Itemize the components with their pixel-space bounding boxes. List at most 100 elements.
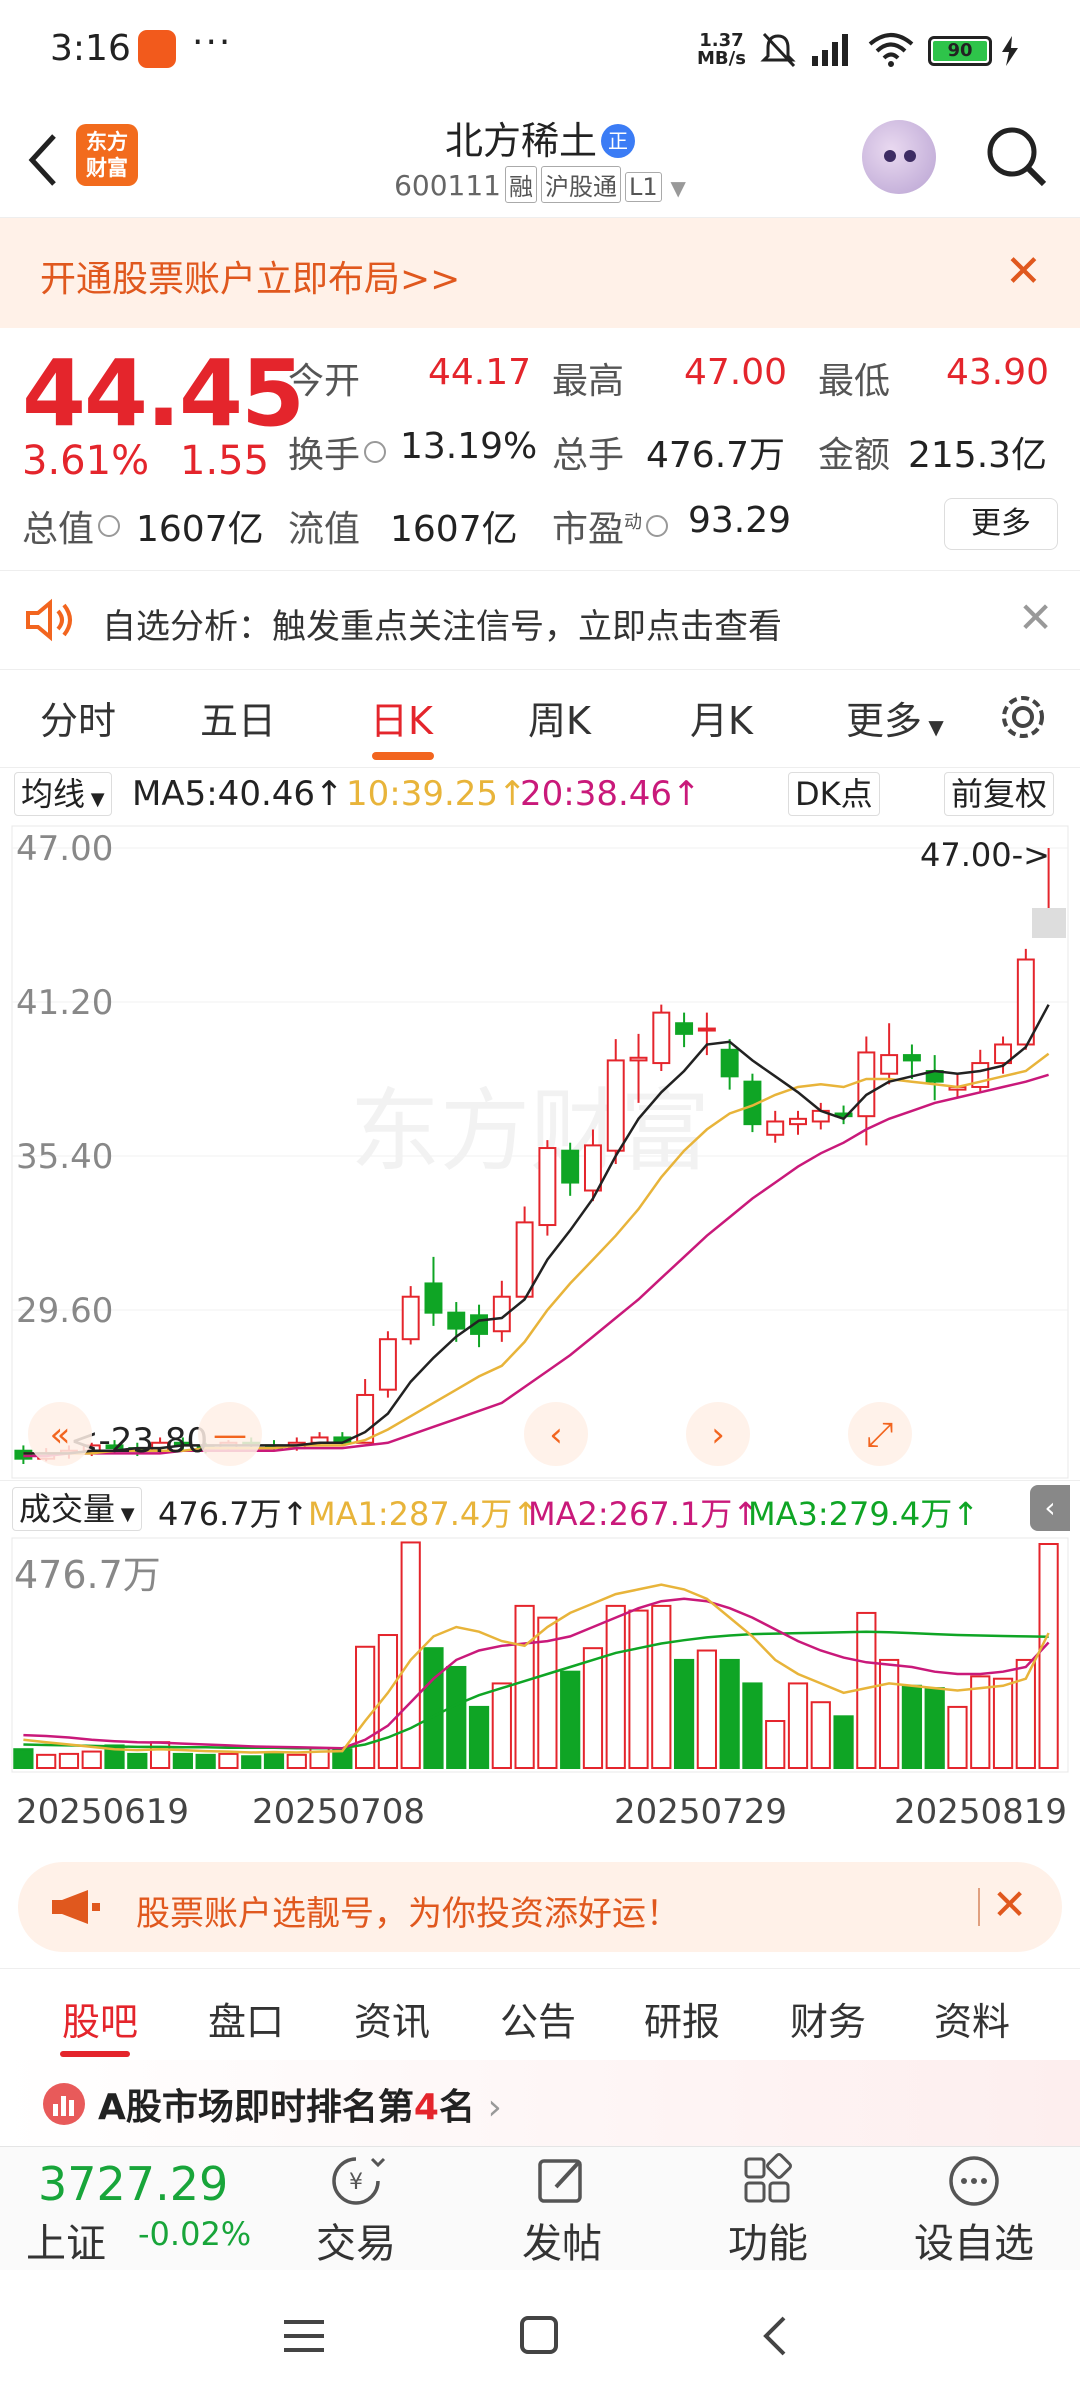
candle (675, 1022, 694, 1035)
stock-header: 东方 财富 北方稀土正 600111 融沪股通 L1 ▼ (0, 100, 1080, 218)
kline-chart[interactable]: 47.0041.2035.4029.60东方财富47.00-><-23.80« —… (0, 822, 1080, 1482)
tab-finance[interactable]: 财务 (790, 1991, 866, 2046)
bottom-toolbar: 3727.29 上证 -0.02% ¥ 交易 发帖 功能 设自选 (0, 2146, 1080, 2270)
volume-bar (286, 1753, 307, 1770)
volume-legend: 476.7万↑ (158, 1495, 309, 1533)
home-icon[interactable] (518, 2314, 562, 2358)
volume-bar (833, 1715, 854, 1770)
lucky-number-banner[interactable]: 股票账户选靓号，为你投资添好运！ ✕ (18, 1862, 1062, 1952)
volume-bar (195, 1753, 216, 1770)
volume-bar (241, 1755, 262, 1769)
banner-text[interactable]: 开通股票账户立即布局>> (40, 250, 460, 302)
tab-guba[interactable]: 股吧 (62, 1991, 138, 2046)
volume-bar (582, 1647, 604, 1769)
mktcap-value: 1607亿 (136, 509, 264, 550)
tab-pankou[interactable]: 盘口 (208, 1991, 284, 2046)
candle (561, 1149, 580, 1184)
rank-text[interactable]: A股市场即时排名第4名 › (98, 2078, 502, 2130)
vol-ma2-legend: MA2:267.1万↑ (528, 1495, 760, 1533)
candle (697, 1027, 716, 1032)
analysis-text[interactable]: 自选分析：触发重点关注信号，立即点击查看 (102, 599, 782, 648)
volume-bar (263, 1752, 285, 1769)
period-tabs: 分时 五日 日K 周K 月K 更多 ▼ (0, 672, 1080, 768)
volume-bar (879, 1658, 900, 1769)
content-tabs: 股吧 盘口 资讯 公告 研报 财务 资料 (0, 1968, 1080, 2060)
float-label: 流值 (288, 509, 361, 550)
tab-intraday[interactable]: 分时 (40, 690, 116, 745)
volume-bar (446, 1665, 467, 1770)
volume-bar (924, 1687, 945, 1769)
tab-five-day[interactable]: 五日 (200, 690, 276, 745)
active-tab-underline (60, 2051, 130, 2057)
volume-chart[interactable]: 476.7万 (0, 1536, 1080, 1776)
volume-bar (673, 1658, 695, 1769)
function-button[interactable]: 功能 (708, 2153, 828, 2269)
volume-bar (696, 1649, 717, 1769)
volume-bar (651, 1604, 672, 1769)
volume-bar (901, 1684, 923, 1769)
clock: 3:16 (50, 28, 131, 69)
amount-value: 215.3亿 (908, 435, 1048, 476)
tab-more[interactable]: 更多 ▼ (846, 690, 944, 745)
scroll-left-icon-glyph: ‹ (549, 1415, 563, 1455)
banner-text[interactable]: 股票账户选靓号，为你投资添好运！ (136, 1886, 680, 1935)
volume-bar (628, 1609, 649, 1769)
volume-bar (970, 1675, 991, 1769)
open-label: 今开 (288, 361, 361, 402)
last-price: 44.45 (22, 340, 305, 447)
volume-bar (719, 1658, 740, 1769)
x-axis-dates: 20250619 20250708 20250729 20250819 (0, 1776, 1080, 1836)
ma10-legend: 10:39.25↑ (346, 774, 527, 814)
candle (652, 1011, 671, 1065)
y-tick-label: 35.40 (16, 1137, 113, 1177)
search-icon[interactable] (982, 122, 1050, 190)
tab-profile[interactable]: 资料 (934, 1991, 1010, 2046)
amount-label: 金额 (818, 435, 891, 476)
candle (789, 1117, 807, 1126)
menu-icon[interactable] (282, 2316, 326, 2356)
scroll-right-icon-glyph: › (711, 1415, 725, 1455)
more-button[interactable]: 更多 (944, 498, 1058, 550)
volume-bar (36, 1753, 57, 1770)
tab-news[interactable]: 资讯 (354, 1991, 430, 2046)
low-label: 最低 (818, 361, 891, 402)
volume-bar (765, 1720, 786, 1770)
system-nav-bar (0, 2270, 1080, 2400)
add-watchlist-button[interactable]: 设自选 (914, 2153, 1034, 2269)
tab-weekly-k[interactable]: 周K (528, 690, 591, 745)
collapse-panel-button[interactable]: ‹ (1030, 1485, 1070, 1531)
volume-legend-bar: 成交量 ▼ 476.7万↑ MA1:287.4万↑ MA2:267.1万↑ MA… (0, 1480, 1080, 1536)
float-value: 1607亿 (390, 509, 518, 550)
adjust-button[interactable]: 前复权 (944, 772, 1055, 816)
close-icon[interactable]: ✕ (1018, 593, 1053, 642)
trade-button[interactable]: ¥ 交易 (296, 2153, 416, 2269)
analysis-banner[interactable]: 自选分析：触发重点关注信号，立即点击查看 ✕ (0, 570, 1080, 670)
indicator-select[interactable]: 成交量 ▼ (12, 1487, 142, 1531)
back-nav-icon[interactable] (756, 2314, 796, 2358)
tab-monthly-k[interactable]: 月K (690, 690, 753, 745)
volume-bar (605, 1604, 626, 1769)
candle (902, 1054, 921, 1062)
tab-research[interactable]: 研报 (644, 1991, 720, 2046)
ma5-legend: MA5:40.46↑ (132, 774, 344, 814)
tab-announcements[interactable]: 公告 (500, 1991, 576, 2046)
ma20-legend: 20:38.46↑ (520, 774, 701, 814)
signal-icon (812, 34, 848, 66)
settings-gear-icon[interactable] (996, 690, 1050, 744)
volume-bar (514, 1604, 535, 1769)
speaker-icon (26, 598, 72, 642)
open-value: 44.17 (428, 352, 532, 393)
close-icon[interactable]: ✕ (1005, 246, 1042, 297)
ma-select[interactable]: 均线 ▼ (14, 772, 112, 816)
candle (720, 1048, 739, 1078)
post-button[interactable]: 发帖 (502, 2153, 622, 2269)
close-icon[interactable]: ✕ (992, 1880, 1027, 1929)
candle (1016, 958, 1035, 1046)
volume-bar (172, 1752, 193, 1769)
assistant-avatar[interactable] (862, 120, 936, 194)
dk-button[interactable]: DK点 (788, 772, 880, 816)
tab-daily-k[interactable]: 日K (370, 690, 433, 745)
open-account-banner[interactable]: 开通股票账户立即布局>> ✕ (0, 218, 1080, 328)
market-rank-row[interactable]: A股市场即时排名第4名 › (0, 2060, 1080, 2146)
svg-text:¥: ¥ (349, 2170, 363, 2195)
